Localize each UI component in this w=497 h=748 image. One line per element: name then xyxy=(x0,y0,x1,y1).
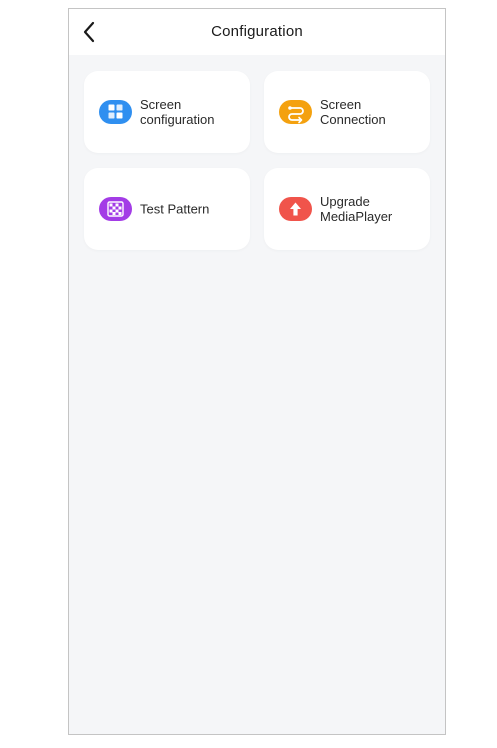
card-label: Test Pattern xyxy=(140,201,210,217)
card-label: Screen configuration xyxy=(140,97,215,127)
screen-configuration-card[interactable]: Screen configuration xyxy=(84,71,250,153)
screen-config-icon xyxy=(99,100,132,124)
screen-connection-card[interactable]: Screen Connection xyxy=(264,71,430,153)
screen-connection-icon xyxy=(279,100,312,124)
page-title: Configuration xyxy=(211,23,303,40)
card-label: Screen Connection xyxy=(320,97,386,127)
upgrade-mediaplayer-card[interactable]: Upgrade MediaPlayer xyxy=(264,168,430,250)
header-bar: Configuration xyxy=(69,9,445,55)
upgrade-icon xyxy=(279,197,312,221)
phone-frame: Configuration Screen configuration Scree… xyxy=(68,8,446,735)
test-pattern-icon xyxy=(99,197,132,221)
test-pattern-card[interactable]: Test Pattern xyxy=(84,168,250,250)
card-label: Upgrade MediaPlayer xyxy=(320,194,393,224)
